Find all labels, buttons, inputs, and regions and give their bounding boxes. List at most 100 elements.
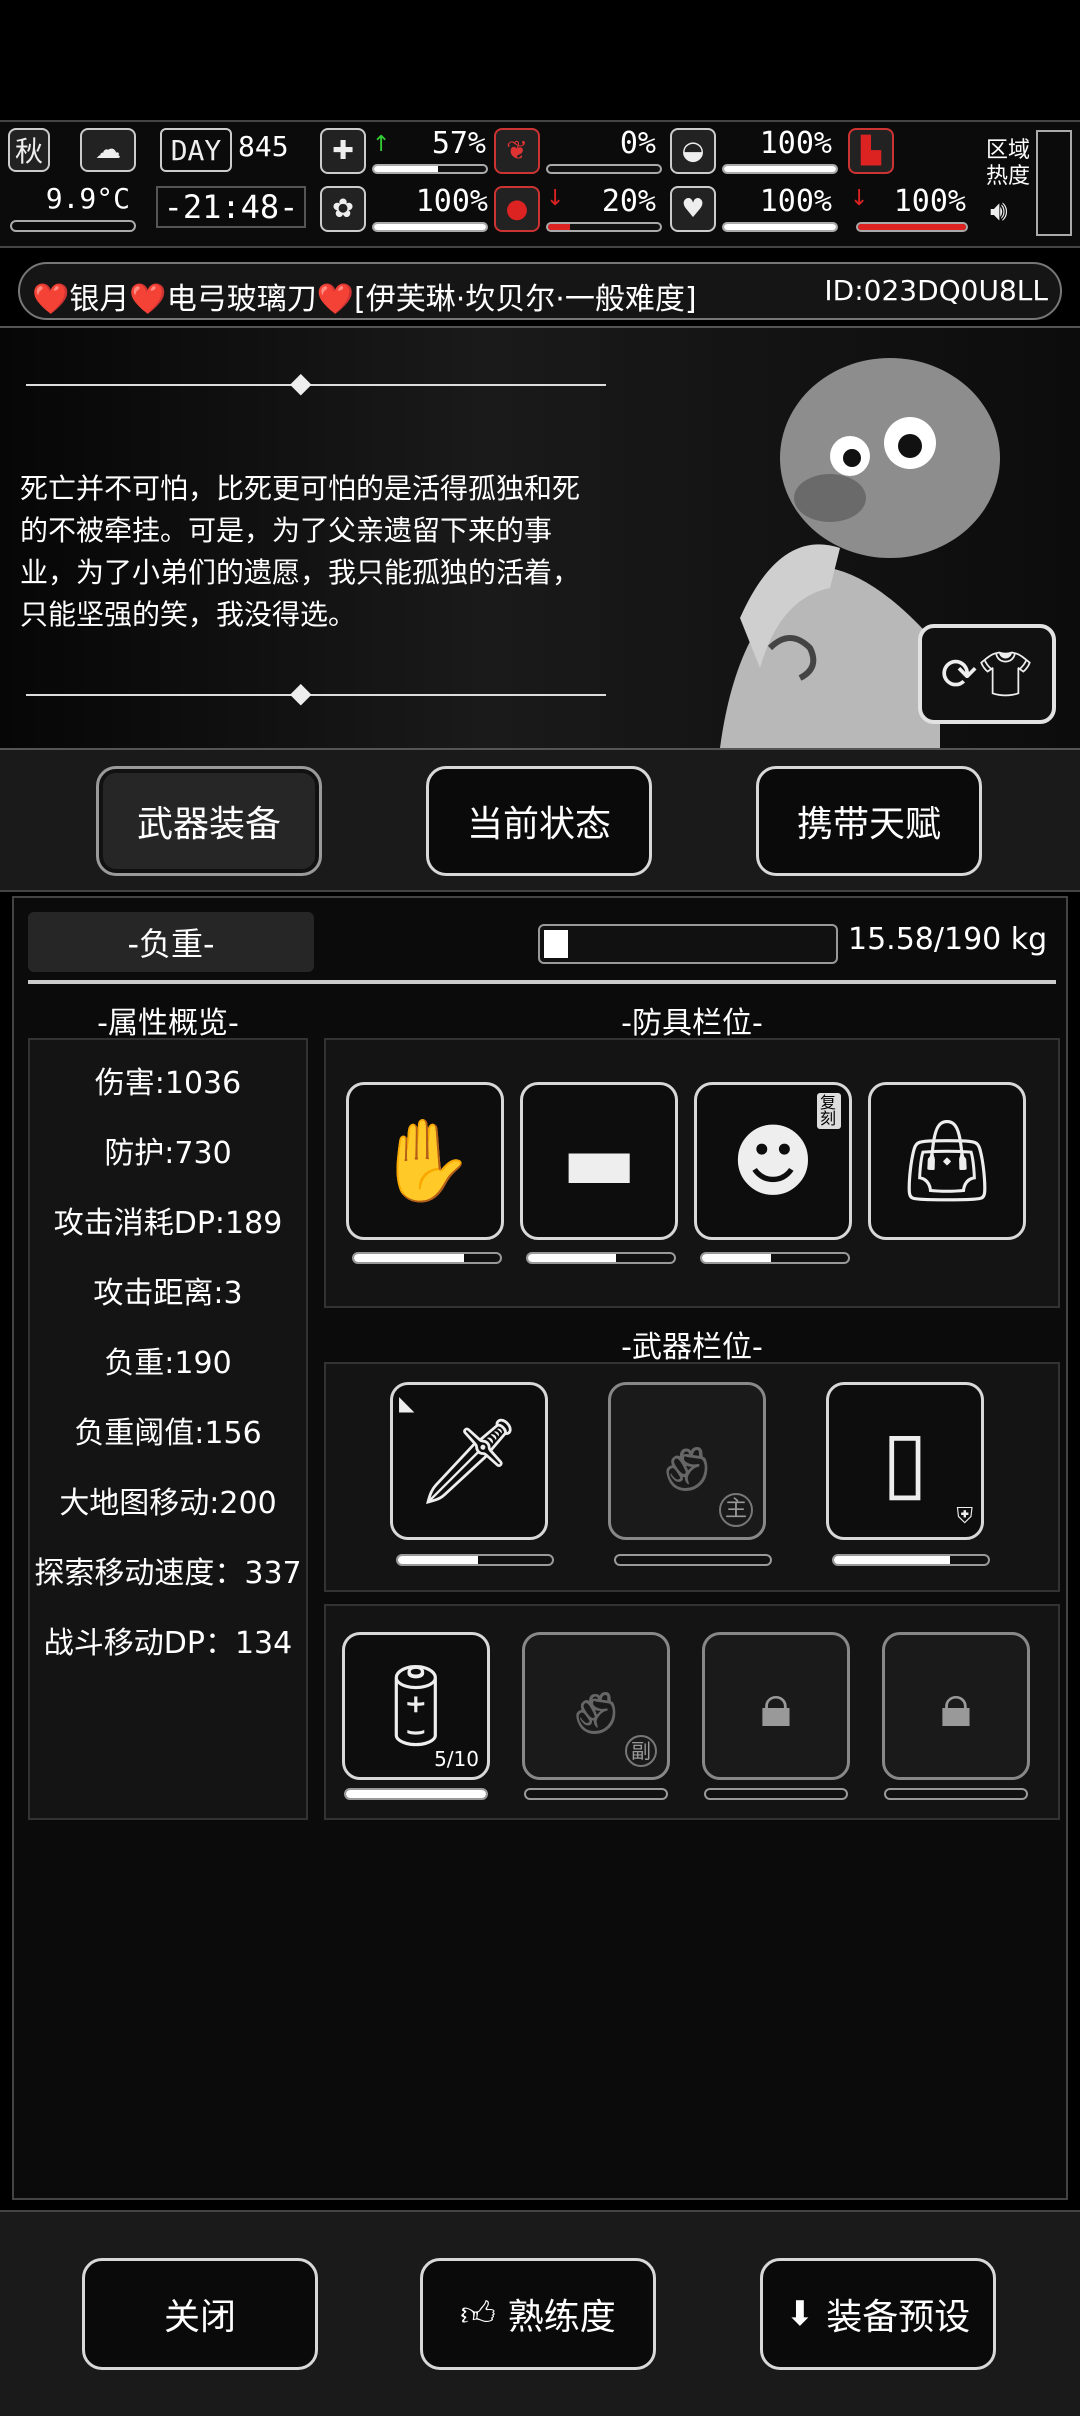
armor-slots-title: -防具栏位- bbox=[621, 1006, 763, 1041]
stamina-value: 100% bbox=[893, 184, 966, 219]
clock: -21:48- bbox=[156, 186, 306, 228]
armor-slot-bag[interactable]: 👜︎ bbox=[868, 1082, 1026, 1240]
gloves-durability-bar bbox=[352, 1252, 502, 1264]
preset-label: 装备预设 bbox=[826, 2297, 971, 2338]
season-icon: 秋 bbox=[8, 128, 50, 172]
weapon-slot-gadget[interactable]: ▯ ⛨ bbox=[826, 1382, 984, 1540]
proficiency-button[interactable]: 👍︎ 熟练度 bbox=[420, 2258, 656, 2370]
armor-slot-gloves[interactable]: ✋ bbox=[346, 1082, 504, 1240]
lock-icon: 🔒︎ bbox=[940, 1671, 972, 1741]
header-divider bbox=[28, 980, 1056, 984]
fist-icon: ✊︎ bbox=[574, 1659, 618, 1752]
status-bar: 秋 ☁ 9.9°C DAY 845 -21:48- ✚ ↑ 57% ✿ 100%… bbox=[0, 120, 1080, 248]
tab-carried-talents[interactable]: 携带天赋 bbox=[756, 766, 982, 876]
zone-heat-label: 区域 热度 bbox=[986, 138, 1030, 190]
brain-icon: ✿ bbox=[320, 186, 366, 232]
load-label: -负重- bbox=[28, 912, 314, 972]
blood-drop-icon: ● bbox=[494, 186, 540, 232]
character-title: ❤️银月❤️电弓玻璃刀❤️[伊芙琳·坎贝尔·一般难度] bbox=[32, 282, 697, 317]
load-value: 15.58/190 kg bbox=[848, 922, 1048, 957]
stamina-bar bbox=[856, 222, 968, 232]
cloud-icon: ☁ bbox=[80, 128, 136, 172]
armor-slot-helmet[interactable]: ☻ 复刻 bbox=[694, 1082, 852, 1240]
thermometer-bar bbox=[10, 220, 136, 232]
attribute-defense: 防护:730 bbox=[104, 1136, 232, 1171]
attributes-list: 伤害:1036 防护:730 攻击消耗DP:189 攻击距离:3 负重:190 … bbox=[28, 1038, 308, 1820]
heat-label: 热度 bbox=[986, 164, 1031, 189]
health-value: 57% bbox=[431, 126, 486, 161]
equipment-panel: -负重- 15.58/190 kg -属性概览- 伤害:1036 防护:730 … bbox=[12, 896, 1068, 2200]
armor-slots: ✋ ▬ ☻ 复刻 👜︎ bbox=[324, 1038, 1060, 1308]
battery-durability-bar bbox=[344, 1788, 488, 1800]
armor-value: 100% bbox=[759, 126, 832, 161]
tab-weapons-equipment[interactable]: 武器装备 bbox=[96, 766, 322, 876]
shield-badge-icon: ⛨ bbox=[956, 1504, 973, 1529]
attribute-load: 负重:190 bbox=[104, 1346, 232, 1381]
hunger-value: 0% bbox=[619, 126, 656, 161]
boot-icon: ▙ bbox=[848, 128, 894, 174]
preset-icon: ⬇︎ bbox=[785, 2294, 815, 2334]
swap-shirt-icon: ⟳👕︎ bbox=[940, 649, 1034, 700]
attribute-attack-dp: 攻击消耗DP:189 bbox=[53, 1206, 283, 1241]
sanity-bar bbox=[372, 222, 488, 232]
attributes-title: -属性概览- bbox=[97, 1006, 239, 1041]
health-bar bbox=[372, 164, 488, 174]
weapon-slot-main-hand[interactable]: ✊︎ 主 bbox=[608, 1382, 766, 1540]
medkit-icon: ✚ bbox=[320, 128, 366, 174]
helmet-durability-bar bbox=[700, 1252, 850, 1264]
tab-bar: 武器装备 当前状态 携带天赋 bbox=[0, 750, 1080, 892]
weapon-slot-sword[interactable]: 🗡︎ ◣ bbox=[390, 1382, 548, 1540]
shorts-icon: ▬ bbox=[561, 1114, 637, 1208]
blood-bar bbox=[546, 222, 662, 232]
main-hand-badge: 主 bbox=[719, 1493, 753, 1527]
weapon-slots-secondary: 🔋︎ 5/10 ✊︎ 副 🔒︎ 🔒︎ bbox=[324, 1604, 1060, 1820]
load-bar bbox=[538, 924, 838, 964]
proficiency-label: 熟练度 bbox=[507, 2297, 616, 2338]
secondary-slot-locked-1[interactable]: 🔒︎ bbox=[702, 1632, 850, 1780]
attribute-attack-range: 攻击距离:3 bbox=[93, 1276, 243, 1311]
gloves-icon: ✋ bbox=[375, 1114, 475, 1207]
sword-durability-bar bbox=[396, 1554, 554, 1566]
bag-icon: 👜︎ bbox=[896, 1114, 998, 1207]
off-hand-badge: 副 bbox=[625, 1735, 657, 1767]
stomach-icon: ❦ bbox=[494, 128, 540, 174]
character-title-bar: ❤️银月❤️电弓玻璃刀❤️[伊芙琳·坎贝尔·一般难度] ID:023DQ0U8L… bbox=[18, 262, 1062, 320]
tab-current-status[interactable]: 当前状态 bbox=[426, 766, 652, 876]
zone-heat-meter bbox=[1036, 130, 1072, 236]
helmet-mask-icon: ☻ bbox=[731, 1114, 815, 1208]
sanity-value: 100% bbox=[415, 184, 488, 219]
attribute-explore-speed: 探索移动速度：337 bbox=[34, 1556, 302, 1591]
hunger-bar bbox=[546, 164, 662, 174]
off-hand-durability-bar bbox=[524, 1788, 668, 1800]
temperature-value: 9.9°C bbox=[45, 182, 130, 215]
attribute-combat-move-dp: 战斗移动DP：134 bbox=[43, 1626, 293, 1661]
electric-badge-icon: ◣ bbox=[399, 1391, 415, 1415]
attribute-map-move: 大地图移动:200 bbox=[59, 1486, 277, 1521]
main-hand-durability-bar bbox=[614, 1554, 772, 1566]
sword-icon: 🗡︎ bbox=[415, 1411, 523, 1510]
mood-bar bbox=[722, 222, 838, 232]
gadget-durability-bar bbox=[832, 1554, 990, 1566]
secondary-slot-battery[interactable]: 🔋︎ 5/10 bbox=[342, 1632, 490, 1780]
secondary-slot-off-hand[interactable]: ✊︎ 副 bbox=[522, 1632, 670, 1780]
secondary-slot-locked-2[interactable]: 🔒︎ bbox=[882, 1632, 1030, 1780]
speaker-icon[interactable]: 🔊︎ bbox=[990, 194, 1008, 228]
blood-value: 20% bbox=[601, 184, 656, 219]
armor-slot-shorts[interactable]: ▬ bbox=[520, 1082, 678, 1240]
close-label: 关闭 bbox=[163, 2297, 236, 2338]
close-button[interactable]: 关闭 bbox=[82, 2258, 318, 2370]
weapon-slots-title: -武器栏位- bbox=[621, 1330, 763, 1365]
quote-text: 死亡并不可怕，比死更可怕的是活得孤独和死的不被牵挂。可是，为了父亲遗留下来的事业… bbox=[20, 472, 581, 631]
bottom-ornament-divider bbox=[26, 694, 606, 696]
character-id: ID:023DQ0U8LL bbox=[824, 274, 1048, 307]
outfit-swap-button[interactable]: ⟳👕︎ bbox=[918, 624, 1056, 724]
equipment-preset-button[interactable]: ⬇︎ 装备预设 bbox=[760, 2258, 996, 2370]
season-label: 秋 bbox=[14, 135, 43, 168]
battery-icon: 🔋︎ bbox=[365, 1659, 467, 1752]
zone-label: 区域 bbox=[986, 138, 1031, 163]
heart-icon: ♥ bbox=[670, 186, 716, 232]
gadget-icon: ▯ bbox=[881, 1412, 929, 1510]
replica-badge: 复刻 bbox=[817, 1093, 841, 1129]
ornament-icon: ◆ bbox=[290, 676, 312, 709]
locked-2-durability-bar bbox=[884, 1788, 1028, 1800]
